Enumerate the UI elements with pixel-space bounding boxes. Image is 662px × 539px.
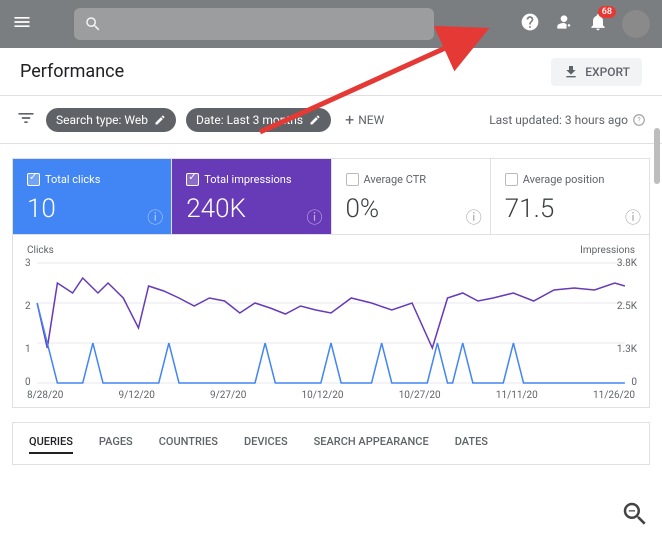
tab-pages[interactable]: PAGES [99,435,133,454]
tab-countries[interactable]: COUNTRIES [159,435,218,454]
metric-position[interactable]: Average position 71.5 ⓘ [491,159,649,234]
metric-impressions[interactable]: Total impressions 240K ⓘ [172,159,331,234]
checkbox-icon [186,173,199,186]
metrics-row: Total clicks 10 ⓘ Total impressions 240K… [12,158,650,235]
export-button[interactable]: EXPORT [551,58,642,86]
page-title: Performance [20,61,124,82]
checkbox-icon [346,173,359,186]
tab-devices[interactable]: DEVICES [244,435,288,454]
tab-queries[interactable]: QUERIES [29,435,73,454]
help-icon[interactable]: ⓘ [147,204,163,228]
dimension-tabs: QUERIES PAGES COUNTRIES DEVICES SEARCH A… [12,422,650,465]
checkbox-icon [505,173,518,186]
menu-icon[interactable] [12,12,32,36]
notification-badge: 68 [598,6,616,18]
users-settings-icon[interactable] [554,12,574,36]
edit-icon [154,114,166,126]
notifications-icon[interactable]: 68 [588,12,608,36]
search-input[interactable] [74,8,434,40]
zoom-out-icon[interactable] [620,499,650,533]
metric-clicks[interactable]: Total clicks 10 ⓘ [13,159,172,234]
tab-search-appearance[interactable]: SEARCH APPEARANCE [314,435,429,454]
svg-text:?: ? [637,116,641,124]
help-icon[interactable] [520,12,540,36]
last-updated-text: Last updated: 3 hours ago ? [489,113,646,127]
performance-chart: Clicks Impressions 3 2 1 0 3.8K 2.5K 1.3… [12,235,650,408]
checkbox-icon [27,173,40,186]
add-filter-button[interactable]: +NEW [345,110,384,129]
help-icon[interactable]: ⓘ [625,204,641,228]
help-icon[interactable]: ⓘ [306,204,322,228]
metric-ctr[interactable]: Average CTR 0% ⓘ [332,159,491,234]
edit-icon [309,114,321,126]
filter-chip-search-type[interactable]: Search type: Web [46,108,176,132]
filter-chip-date[interactable]: Date: Last 3 months [186,108,331,132]
scrollbar[interactable] [654,128,660,184]
filter-icon[interactable] [16,108,36,132]
help-icon[interactable]: ⓘ [466,204,482,228]
download-icon [563,64,579,80]
tab-dates[interactable]: DATES [455,435,488,454]
search-icon [84,15,102,33]
help-icon[interactable]: ? [632,113,646,127]
avatar[interactable] [622,10,650,38]
